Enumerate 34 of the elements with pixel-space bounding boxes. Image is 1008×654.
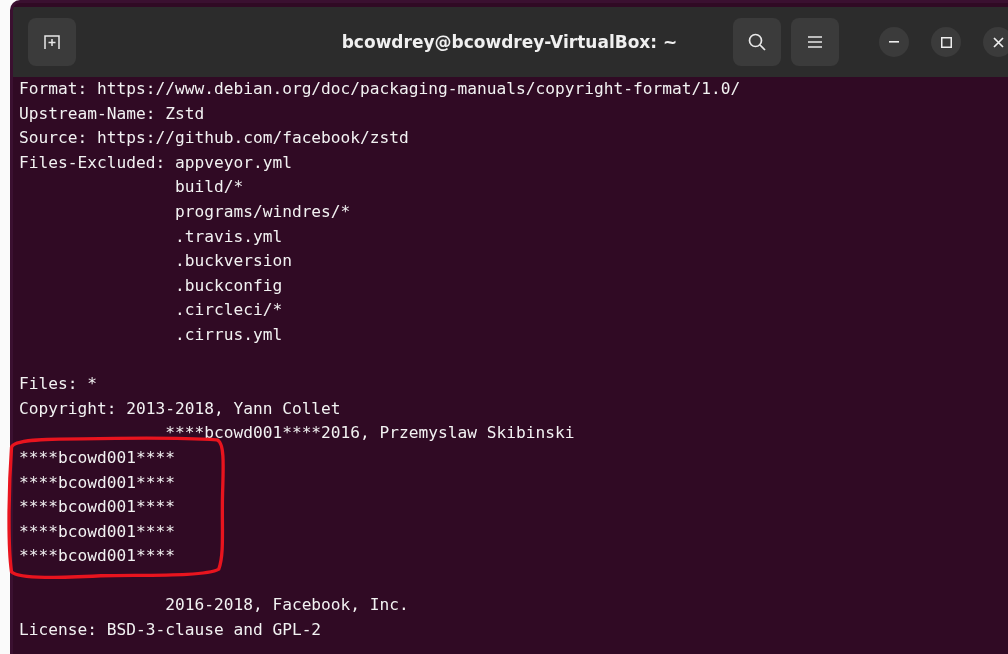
- search-button[interactable]: [733, 18, 781, 66]
- terminal-line: .circleci/*: [173, 299, 284, 322]
- terminal-line: Source: https://github.com/facebook/zstd: [19, 127, 410, 150]
- terminal-line: ****bcowd001****: [19, 545, 176, 568]
- terminal-line: .cirrus.yml: [173, 323, 284, 346]
- terminal-line: Upstream-Name: Zstd: [19, 102, 206, 125]
- terminal-line: Files: *: [19, 373, 98, 396]
- close-icon: [992, 36, 1004, 48]
- close-button[interactable]: [983, 27, 1008, 57]
- minimize-icon: [889, 41, 899, 43]
- terminal-line: Copyright: 2013-2018, Yann Collet: [19, 397, 342, 420]
- terminal-line: License: BSD-3-clause and GPL-2: [19, 619, 323, 642]
- new-tab-icon: [43, 33, 61, 51]
- menu-button[interactable]: [791, 18, 839, 66]
- search-icon: [747, 32, 767, 52]
- terminal-line: 2016-2018, Facebook, Inc.: [164, 594, 410, 617]
- maximize-icon: [940, 36, 952, 48]
- terminal-line: Format: https://www.debian.org/doc/packaging-manuals/copyright-format/1.0/: [19, 78, 742, 100]
- terminal-line: .travis.yml: [173, 225, 284, 248]
- terminal-line: ****bcowd001****2016, Przemyslaw Skibinski: [164, 422, 576, 445]
- terminal-line: build/*: [173, 176, 245, 199]
- terminal-line: ****bcowd001****: [19, 520, 176, 543]
- window-title: bcowdrey@bcowdrey-VirtualBox: ~: [340, 32, 679, 52]
- terminal-line: ****bcowd001****: [19, 496, 176, 519]
- menu-icon: [807, 35, 823, 49]
- terminal-line: ****bcowd001****: [19, 446, 176, 469]
- terminal-line: .buckversion: [173, 250, 293, 273]
- terminal-line: Files-Excluded: appveyor.yml: [19, 151, 293, 174]
- terminal-line: ****bcowd001****: [19, 471, 176, 494]
- new-tab-button[interactable]: [28, 18, 76, 66]
- terminal-line: .buckconfig: [173, 274, 284, 297]
- maximize-button[interactable]: [931, 27, 961, 57]
- terminal-line: programs/windres/*: [173, 200, 352, 223]
- minimize-button[interactable]: [879, 27, 909, 57]
